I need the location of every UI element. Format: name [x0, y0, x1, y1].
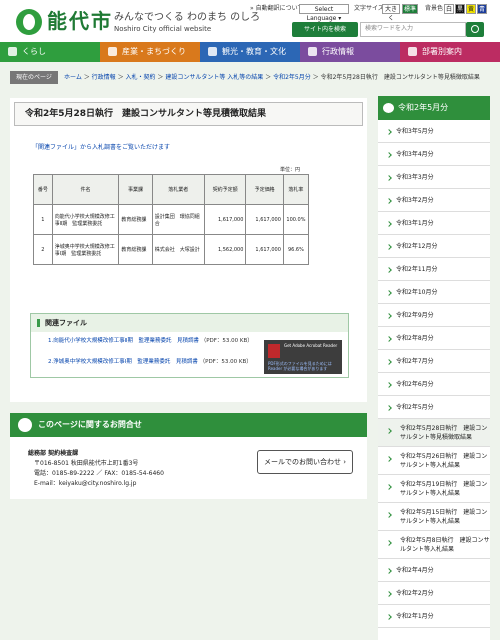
text-size-large-button[interactable]: 大きく	[382, 4, 400, 22]
global-nav: くらし 産業・まちづくり 観光・教育・文化 行政情報 部署別案内	[0, 42, 500, 62]
acrobat-icon	[268, 344, 280, 358]
reader-note: PDF形式のファイルを見るためには Reader が必要な場合があります	[268, 361, 332, 371]
nav-administration[interactable]: 行政情報	[300, 42, 400, 62]
sidebar-item[interactable]: 令和3年5月分	[378, 120, 490, 143]
bg-white-button[interactable]: 白	[444, 4, 454, 14]
bg-black-button[interactable]: 黒	[455, 4, 465, 14]
sidebar-item[interactable]: 令和2年12月分	[378, 235, 490, 258]
sidebar-item[interactable]: 令和2年7月分	[378, 350, 490, 373]
phone-icon	[18, 418, 32, 432]
nav-tourism[interactable]: 観光・教育・文化	[200, 42, 300, 62]
sidebar-list: 令和3年5月分 令和3年4月分 令和3年3月分 令和3年2月分 令和3年1月分 令和2年1…	[378, 120, 490, 640]
sidebar-item[interactable]: 令和3年1月分	[378, 212, 490, 235]
sidebar-item[interactable]: 令和2年5月分	[378, 396, 490, 419]
col-number: 番号	[33, 174, 53, 205]
page-title: 令和2年5月28日執行 建設コンサルタント等見積徴取結果	[14, 102, 363, 126]
catch-phrase-en: Noshiro City official website	[114, 25, 212, 33]
language-select[interactable]: Select Language ▾	[299, 4, 349, 22]
intro-link[interactable]: 「関連ファイル」から入札調書をご覧いただけます	[32, 142, 170, 151]
sidebar-item[interactable]: 令和2年9月分	[378, 304, 490, 327]
sidebar-title: 令和2年5月分	[378, 96, 490, 120]
text-size-standard-button[interactable]: 標準	[402, 4, 418, 14]
people-icon	[408, 47, 417, 56]
sidebar-item[interactable]: 令和2年5月26日執行 建設コンサルタント等入札結果	[378, 447, 490, 475]
related-files-title: 関連ファイル	[31, 314, 348, 332]
sidebar-item[interactable]: 令和2年2月分	[378, 582, 490, 605]
sidebar-item[interactable]: 令和2年5月28日執行 建設コンサルタント等見積徴取結果	[378, 419, 490, 447]
sidebar: 令和2年5月分 令和3年5月分 令和3年4月分 令和3年3月分 令和3年2月分 令和3年…	[378, 96, 490, 640]
mail-inquiry-button[interactable]: メールでのお問い合わせ ›	[257, 450, 353, 474]
search-input[interactable]: 検索ワードを入力	[360, 22, 466, 37]
site-header: 能代市 みんなでつくる わのまち のしろ Noshiro City offici…	[0, 0, 500, 42]
sidebar-item[interactable]: 令和2年5月15日執行 建設コンサルタント等入札結果	[378, 503, 490, 531]
site-search-label: サイト内を検索	[292, 22, 358, 37]
table-row: 1 向能代小学校大規模改修工事Ⅱ期 監理業務委託 教育総務課 設計集団 環協同組合 1,…	[33, 204, 310, 235]
building-icon	[308, 47, 317, 56]
contact-dept: 総務部 契約検査課	[28, 450, 79, 457]
nav-kurashi[interactable]: くらし	[0, 42, 100, 62]
file-link-1[interactable]: 1.向能代小学校大規模改修工事Ⅱ期 監理業務委託 見積調書 （PDF：53.00…	[48, 337, 258, 346]
adobe-reader-banner[interactable]: Get Adobe Acrobat Reader PDF形式のファイルを見るため…	[264, 340, 342, 374]
col-division: 事業課	[118, 174, 153, 205]
sidebar-item[interactable]: 令和2年6月分	[378, 373, 490, 396]
text-size-label: 文字サイズ	[354, 5, 384, 12]
catch-phrase: みんなでつくる わのまち のしろ	[114, 12, 261, 23]
search-icon[interactable]	[466, 22, 484, 37]
nav-departments[interactable]: 部署別案内	[400, 42, 500, 62]
col-subject: 件名	[51, 174, 120, 205]
sidebar-item[interactable]: 令和2年5月8日執行 建設コンサルタント等入札結果	[378, 531, 490, 559]
breadcrumb-label: 現在のページ	[10, 71, 58, 84]
city-emblem-icon[interactable]	[16, 9, 42, 35]
house-icon	[8, 47, 17, 56]
table-row: 2 浄城奥中学校大規模改修工事Ⅰ期 監理業務委託 教育総務課 株式会社 大塚設計 1,5…	[33, 234, 310, 265]
sidebar-item[interactable]: 令和2年4月分	[378, 559, 490, 582]
contact-address: 〒016-8501 秋田県能代市上町1番3号	[34, 460, 139, 467]
sidebar-item[interactable]: 令和2年5月19日執行 建設コンサルタント等入札結果	[378, 475, 490, 503]
sidebar-item[interactable]: 令和2年1月分	[378, 605, 490, 628]
sidebar-item[interactable]: 令和2年8月分	[378, 327, 490, 350]
sidebar-item[interactable]: 令和3年4月分	[378, 143, 490, 166]
bg-color-label: 背景色	[425, 5, 444, 12]
col-rate: 落札率	[282, 174, 310, 205]
contact-email: E-mail：keiyaku@city.noshiro.lg.jp	[34, 480, 137, 487]
contact-tel: 電話：0185-89-2222 ／ FAX：0185-54-6460	[34, 470, 164, 477]
unit-label: 単位：円	[280, 167, 301, 173]
camera-icon	[208, 47, 217, 56]
bg-yellow-button[interactable]: 黄	[466, 4, 476, 14]
nav-industry[interactable]: 産業・まちづくり	[100, 42, 200, 62]
leaf-icon	[383, 103, 394, 113]
col-contract-amount: 契約予定額	[203, 174, 247, 205]
sidebar-item[interactable]: 令和3年2月分	[378, 189, 490, 212]
factory-icon	[108, 47, 117, 56]
bg-blue-button[interactable]: 青	[477, 4, 487, 14]
site-logo[interactable]: 能代市	[47, 5, 113, 34]
results-table: 番号 件名 事業課 落札業者 契約予定額 予定価格 落札率 1 向能代小学校大規模…	[33, 174, 310, 265]
sidebar-item[interactable]: 令和2年10月分	[378, 281, 490, 304]
sidebar-item[interactable]: 令和2年11月分	[378, 258, 490, 281]
contact-title: このページに関するお問合せ	[10, 413, 367, 437]
col-planned-price: 予定価格	[245, 174, 284, 205]
breadcrumb-home[interactable]: ホーム ＞ 行政情報 ＞ 入札・契約 ＞ 建設コンサルタント等 入札等の結果 ＞…	[64, 71, 480, 84]
sidebar-item[interactable]: 令和3年3月分	[378, 166, 490, 189]
breadcrumb: 現在のページ ホーム ＞ 行政情報 ＞ 入札・契約 ＞ 建設コンサルタント等 入…	[10, 71, 490, 84]
file-link-2[interactable]: 2.浄城奥中学校大規模改修工事Ⅰ期 監理業務委託 見積調書 （PDF：53.00…	[48, 358, 258, 367]
auto-translate-link[interactable]: » 自動翻訳について	[250, 4, 303, 14]
col-bidder: 落札業者	[151, 174, 205, 205]
